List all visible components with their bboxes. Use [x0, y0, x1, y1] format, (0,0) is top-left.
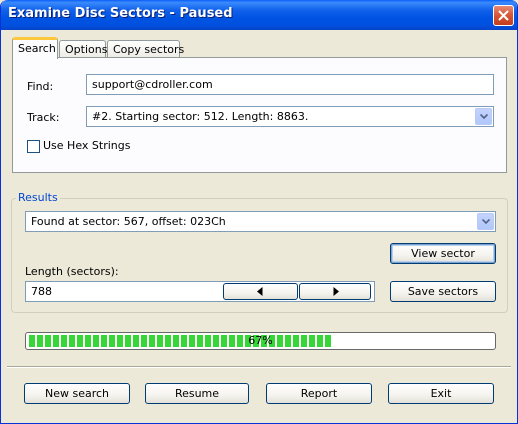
- length-label: Length (sectors):: [25, 265, 119, 278]
- results-dropdown-button[interactable]: [477, 213, 494, 230]
- find-input[interactable]: support@cdroller.com: [86, 74, 494, 95]
- resume-button[interactable]: Resume: [145, 383, 249, 404]
- length-increase-button[interactable]: [299, 283, 371, 300]
- chevron-down-icon: [482, 219, 490, 225]
- arrow-left-icon: [257, 287, 263, 296]
- find-label: Find:: [27, 80, 54, 93]
- progress-bar: 67%: [25, 332, 496, 350]
- window-title: Examine Disc Sectors - Paused: [8, 6, 233, 21]
- track-select[interactable]: #2. Starting sector: 512. Length: 8863.: [86, 106, 494, 127]
- dialog-window: Examine Disc Sectors - Paused Search Opt…: [0, 0, 518, 424]
- tab-options[interactable]: Options: [59, 40, 107, 58]
- search-tab-panel: Find: support@cdroller.com Track: #2. St…: [12, 57, 507, 173]
- track-label: Track:: [27, 111, 60, 124]
- track-dropdown-button[interactable]: [475, 108, 492, 125]
- close-button[interactable]: [493, 5, 514, 26]
- save-sectors-button[interactable]: Save sectors: [390, 281, 496, 302]
- footer-separator: [7, 366, 511, 368]
- title-bar[interactable]: Examine Disc Sectors - Paused: [1, 0, 517, 30]
- new-search-button[interactable]: New search: [24, 383, 130, 404]
- use-hex-checkbox[interactable]: [27, 140, 40, 153]
- results-select-value: Found at sector: 567, offset: 023Ch: [31, 215, 226, 228]
- arrow-right-icon: [333, 287, 339, 296]
- chevron-down-icon: [480, 114, 488, 120]
- track-select-value: #2. Starting sector: 512. Length: 8863.: [92, 110, 309, 123]
- use-hex-label: Use Hex Strings: [43, 139, 131, 152]
- results-select[interactable]: Found at sector: 567, offset: 023Ch: [25, 211, 496, 232]
- close-icon: [498, 10, 509, 21]
- progress-text: 67%: [248, 334, 273, 347]
- exit-button[interactable]: Exit: [388, 383, 494, 404]
- tab-search[interactable]: Search: [12, 37, 58, 59]
- report-button[interactable]: Report: [266, 383, 372, 404]
- results-group-title: Results: [16, 191, 60, 204]
- view-sector-button[interactable]: View sector: [390, 243, 496, 264]
- length-decrease-button[interactable]: [223, 283, 298, 300]
- tab-copy-sectors[interactable]: Copy sectors: [107, 40, 184, 58]
